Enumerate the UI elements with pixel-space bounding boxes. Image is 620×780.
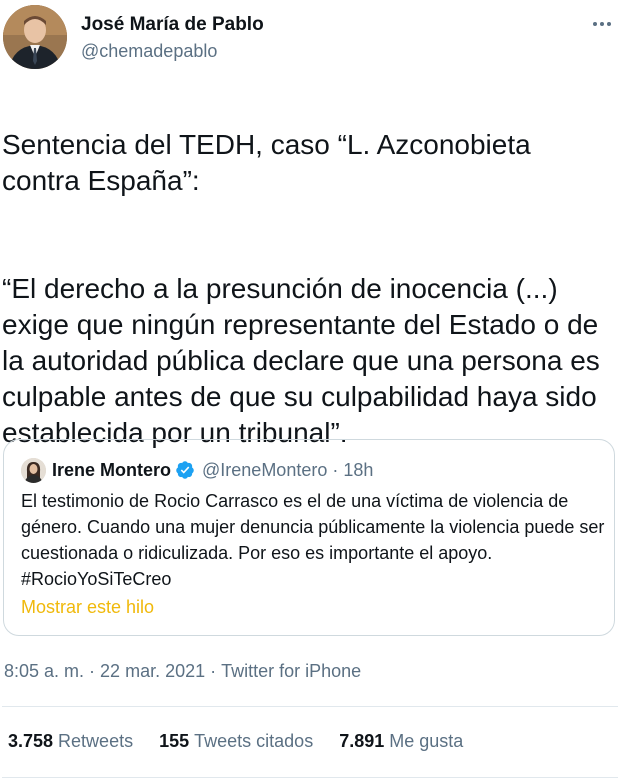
more-horizontal-icon-dot — [607, 22, 611, 26]
tweet-header: José María de Pablo @chemadepablo — [0, 0, 620, 80]
retweets-stat[interactable]: 3.758 Retweets — [8, 731, 133, 752]
tweet-stats: 3.758 Retweets 155 Tweets citados 7.891 … — [8, 731, 489, 752]
tweet-date[interactable]: 22 mar. 2021 — [100, 661, 205, 681]
quote-tweets-label: Tweets citados — [194, 731, 314, 751]
quote-tweets-count: 155 — [159, 731, 190, 751]
quoted-tweet-time: 18h — [343, 459, 374, 480]
tweet-paragraph: Sentencia del TEDH, caso “L. Azconobieta… — [2, 129, 531, 196]
quoted-author-handle: @IreneMontero — [202, 459, 328, 480]
author-avatar-image — [3, 5, 67, 69]
likes-label: Me gusta — [389, 731, 464, 751]
quoted-separator: · — [332, 459, 339, 480]
quoted-author-avatar-image — [21, 457, 46, 483]
tweet-source[interactable]: Twitter for iPhone — [221, 661, 361, 681]
tweet-paragraph: “El derecho a la presunción de inocencia… — [2, 273, 600, 448]
author-handle[interactable]: @chemadepablo — [81, 41, 217, 62]
divider — [2, 706, 618, 707]
likes-stat[interactable]: 7.891 Me gusta — [339, 731, 463, 752]
quoted-author-name: Irene Montero — [52, 459, 172, 480]
quoted-author-avatar — [21, 457, 46, 483]
divider — [2, 777, 618, 778]
quoted-tweet[interactable]: Irene Montero @IreneMontero · 18h El tes… — [3, 439, 615, 636]
author-avatar[interactable] — [3, 5, 67, 69]
meta-separator: · — [210, 661, 217, 681]
author-name[interactable]: José María de Pablo — [81, 14, 264, 36]
more-options-button[interactable] — [588, 12, 616, 36]
more-horizontal-icon-dot — [600, 22, 604, 26]
tweet-text: Sentencia del TEDH, caso “L. Azconobieta… — [2, 91, 614, 487]
verified-badge-icon — [176, 461, 194, 479]
retweets-count: 3.758 — [8, 731, 54, 751]
quoted-tweet-text: El testimonio de Rocio Carrasco es el de… — [21, 491, 605, 589]
tweet-time[interactable]: 8:05 a. m. — [4, 661, 84, 681]
tweet-detail: José María de Pablo @chemadepablo Senten… — [0, 0, 620, 780]
retweets-label: Retweets — [58, 731, 134, 751]
show-thread-link[interactable]: Mostrar este hilo — [21, 597, 154, 618]
more-horizontal-icon — [593, 22, 597, 26]
quoted-tweet-header: Irene Montero @IreneMontero · 18h — [21, 457, 373, 483]
quote-tweets-stat[interactable]: 155 Tweets citados — [159, 731, 313, 752]
tweet-meta: 8:05 a. m. · 22 mar. 2021 · Twitter for iPho… — [4, 661, 361, 682]
meta-separator: · — [89, 661, 96, 681]
likes-count: 7.891 — [339, 731, 385, 751]
